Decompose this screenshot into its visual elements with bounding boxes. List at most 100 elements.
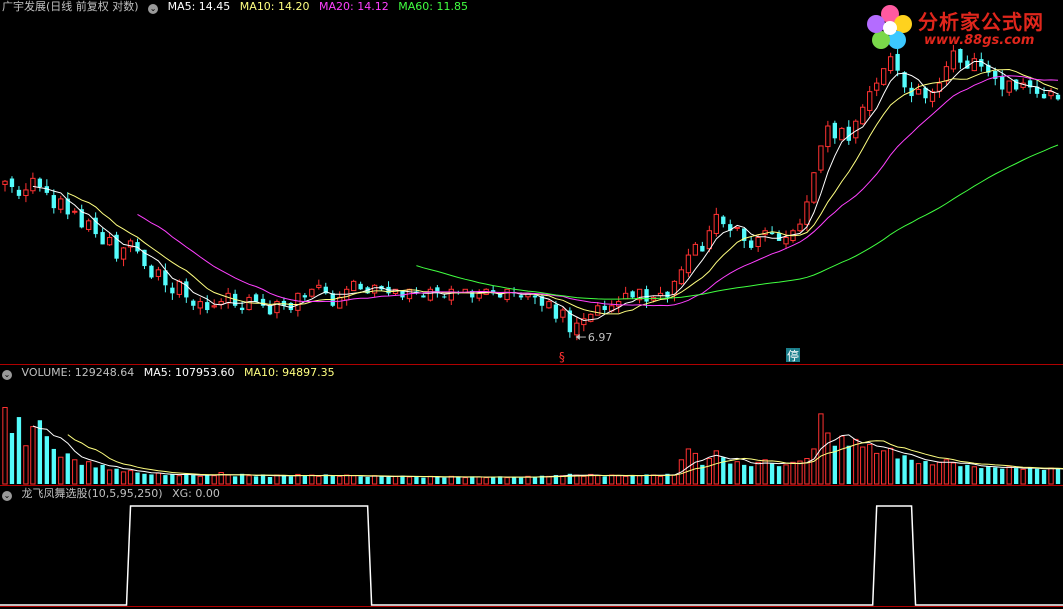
ma60-readout: MA60: 11.85 xyxy=(398,0,468,13)
volume-bar xyxy=(595,475,601,485)
volume-bar xyxy=(734,461,740,485)
volume-bar xyxy=(511,476,517,484)
candle-body xyxy=(2,180,8,185)
volume-bar xyxy=(302,475,308,484)
volume-bar xyxy=(950,462,957,485)
candle-body xyxy=(211,305,217,308)
candle-body xyxy=(839,127,845,141)
expand-chevron-icon[interactable]: ⌄ xyxy=(148,4,159,14)
candle-body xyxy=(721,216,726,225)
candle-body xyxy=(295,292,301,311)
candle-body xyxy=(797,223,803,232)
volume-bar xyxy=(971,466,977,485)
candle-body xyxy=(518,295,524,298)
main-panel-header: 广宇发展(日线 前复权 对数) ⌄ MA5: 14.45 MA10: 14.20… xyxy=(2,0,474,14)
volume-bar xyxy=(330,475,335,484)
volume-bar xyxy=(135,472,140,484)
volume-bar xyxy=(93,467,98,484)
candle-body xyxy=(476,292,482,299)
candle-body xyxy=(371,284,378,294)
volume-bar xyxy=(225,474,231,485)
volume-bar xyxy=(358,476,363,484)
candle-body xyxy=(30,177,36,192)
volume-bar xyxy=(783,464,789,485)
volume-bar xyxy=(887,447,894,485)
candle-body xyxy=(120,247,127,260)
volume-bar xyxy=(874,452,880,485)
volume-bar xyxy=(37,420,43,484)
volume-bar xyxy=(742,464,747,484)
candle-body xyxy=(644,289,649,302)
volume-ma5-readout: MA5: 107953.60 xyxy=(143,366,235,379)
candle-body xyxy=(51,195,56,209)
suspend-marker: 停 xyxy=(787,348,799,363)
volume-bar xyxy=(288,476,294,484)
candle-body xyxy=(427,288,434,301)
candle-body xyxy=(58,198,64,210)
volume-bar xyxy=(392,475,399,485)
logo-title: 分析家公式网 xyxy=(918,10,1044,34)
volume-bar xyxy=(636,475,643,485)
candle-body xyxy=(316,284,322,288)
ma20-line xyxy=(137,75,1059,307)
expand-chevron-icon[interactable]: ⌄ xyxy=(2,370,12,380)
volume-bar xyxy=(72,459,78,485)
candle-body xyxy=(769,232,775,235)
candle-body xyxy=(176,280,182,295)
volume-bar xyxy=(309,474,315,485)
volume-bar xyxy=(127,470,134,485)
volume-bar xyxy=(114,468,119,484)
volume-bar xyxy=(755,461,761,485)
volume-bar xyxy=(400,475,405,484)
volume-bar xyxy=(2,407,8,485)
volume-bar xyxy=(790,461,796,485)
candle-body xyxy=(421,295,426,298)
ma10-line xyxy=(67,68,1059,315)
volume-bar xyxy=(51,448,56,484)
volume-bar xyxy=(483,477,489,485)
volume-bar xyxy=(435,476,440,484)
volume-bar xyxy=(490,476,496,484)
candle-body xyxy=(351,280,357,292)
volume-bar xyxy=(902,455,907,484)
candle-body xyxy=(971,58,977,72)
volume-panel-header: ⌄ VOLUME: 129248.64 MA5: 107953.60 MA10:… xyxy=(2,366,341,380)
low-price-label: 6.97 xyxy=(588,331,613,344)
xg-signal-line xyxy=(0,505,1063,606)
candle-body xyxy=(197,301,203,309)
volume-bar xyxy=(379,476,384,484)
volume-title: VOLUME: 129248.64 xyxy=(21,366,135,379)
xg-readout: XG: 0.00 xyxy=(172,487,220,500)
volume-bar xyxy=(414,476,419,484)
volume-bar xyxy=(65,453,70,484)
volume-bar xyxy=(749,466,754,484)
volume-bar xyxy=(260,474,266,484)
candle-body xyxy=(504,288,510,301)
logo-url: www.88gs.com xyxy=(924,33,1035,48)
candle-body xyxy=(706,230,712,250)
volume-bar xyxy=(895,458,900,484)
candle-body xyxy=(929,91,936,102)
volume-bar xyxy=(532,476,538,484)
volume-bar xyxy=(58,456,64,485)
candle-body xyxy=(106,236,113,246)
candle-body xyxy=(253,294,259,302)
volume-bar xyxy=(86,461,92,485)
candle-body xyxy=(616,301,622,307)
candle-body xyxy=(9,178,15,188)
volume-bar xyxy=(316,475,322,485)
stock-chart-canvas: 6.97 § 停 xyxy=(0,44,1063,607)
volume-bar xyxy=(462,477,468,485)
candle-body xyxy=(155,269,162,277)
volume-bar xyxy=(609,474,615,485)
candle-body xyxy=(895,53,900,71)
volume-bar xyxy=(936,461,943,485)
volume-bar xyxy=(79,464,84,484)
volume-bar xyxy=(825,432,831,485)
volume-bar xyxy=(622,475,629,485)
volume-bar xyxy=(986,466,991,484)
volume-bar xyxy=(246,475,252,485)
expand-chevron-icon[interactable]: ⌄ xyxy=(2,491,12,501)
candle-body xyxy=(184,281,189,298)
candle-body xyxy=(191,300,196,306)
